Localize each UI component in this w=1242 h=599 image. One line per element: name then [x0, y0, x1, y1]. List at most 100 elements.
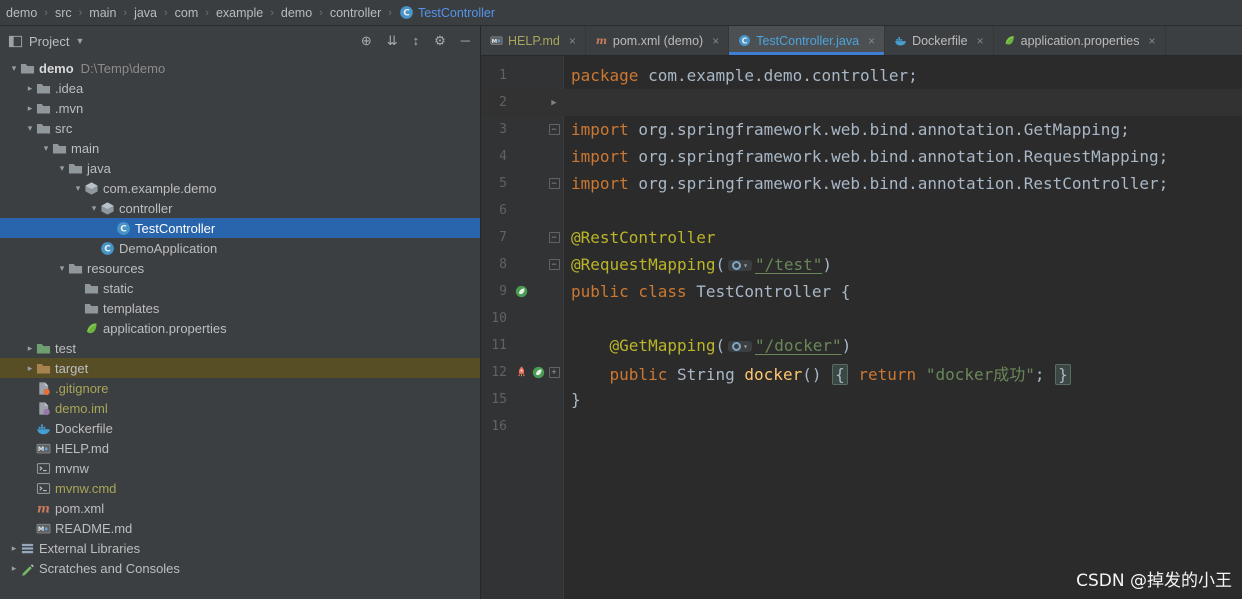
fold-collapse-icon[interactable]: −	[549, 178, 560, 189]
tree-item-testcontroller[interactable]: TestController	[0, 218, 480, 238]
chevron-right-icon[interactable]: ▸	[24, 343, 36, 354]
line-number[interactable]: 7	[481, 230, 509, 245]
tree-item-demo[interactable]: ▾demoD:\Temp\demo	[0, 58, 480, 78]
chevron-down-icon[interactable]: ▾	[8, 63, 20, 74]
breadcrumb-item-example[interactable]: example	[216, 6, 263, 20]
folder-icon	[52, 141, 67, 156]
chevron-right-icon[interactable]: ▸	[24, 83, 36, 94]
tree-item-com-example-demo[interactable]: ▾com.example.demo	[0, 178, 480, 198]
breadcrumb-item-demo[interactable]: demo	[281, 6, 312, 20]
line-number[interactable]: 1	[481, 68, 509, 83]
fold-expand-icon[interactable]: +	[549, 367, 560, 378]
fold-arrow-icon[interactable]: ▶	[551, 98, 556, 108]
tree-item-target[interactable]: ▸target	[0, 358, 480, 378]
code-editor[interactable]: 1package com.example.demo.controller;2▶3…	[481, 56, 1242, 599]
code-line: 6	[481, 197, 1242, 224]
expand-all-button[interactable]: ↕	[413, 33, 420, 49]
chevron-down-icon[interactable]: ▾	[88, 203, 100, 214]
tree-item-mvn[interactable]: ▸.mvn	[0, 98, 480, 118]
tree-item-gitignore[interactable]: .gitignore	[0, 378, 480, 398]
tree-item-application-properties[interactable]: application.properties	[0, 318, 480, 338]
line-number[interactable]: 8	[481, 257, 509, 272]
chevron-right-icon[interactable]: ▸	[8, 543, 20, 554]
editor-tab-application-properties[interactable]: application.properties×	[994, 26, 1166, 55]
tree-item-templates[interactable]: templates	[0, 298, 480, 318]
tree-item-src[interactable]: ▾src	[0, 118, 480, 138]
breadcrumb-item-com[interactable]: com	[175, 6, 199, 20]
tree-item-test[interactable]: ▸test	[0, 338, 480, 358]
code-line: 5−import org.springframework.web.bind.an…	[481, 170, 1242, 197]
url-mapping-link[interactable]: "/docker"	[755, 336, 842, 355]
chevron-down-icon[interactable]: ▾	[40, 143, 52, 154]
url-mapping-link[interactable]: "/test"	[755, 255, 822, 274]
chevron-down-icon[interactable]: ▾	[56, 163, 68, 174]
tab-close-icon[interactable]: ×	[977, 34, 984, 48]
tree-item-static[interactable]: static	[0, 278, 480, 298]
chevron-down-icon[interactable]: ▾	[24, 123, 36, 134]
line-number[interactable]: 10	[481, 311, 509, 326]
tree-item-readme-md[interactable]: README.md	[0, 518, 480, 538]
fold-collapse-icon[interactable]: −	[549, 232, 560, 243]
fold-column: −	[545, 178, 563, 189]
watermark: CSDN @掉发的小王	[1076, 566, 1232, 591]
line-number[interactable]: 9	[481, 284, 509, 299]
tree-item-resources[interactable]: ▾resources	[0, 258, 480, 278]
request-mapping-inlay[interactable]: ▾	[728, 260, 752, 271]
tab-close-icon[interactable]: ×	[868, 34, 875, 48]
tree-item-demo-iml[interactable]: demo.iml	[0, 398, 480, 418]
hide-button[interactable]: ─	[461, 33, 470, 49]
tree-item-main[interactable]: ▾main	[0, 138, 480, 158]
tree-item-label: java	[87, 161, 111, 176]
tab-close-icon[interactable]: ×	[569, 34, 576, 48]
settings-button[interactable]: ⚙	[434, 33, 446, 49]
line-number[interactable]: 16	[481, 419, 509, 434]
line-number[interactable]: 15	[481, 392, 509, 407]
fold-collapse-icon[interactable]: −	[549, 259, 560, 270]
editor-tab-pom-xml-demo[interactable]: pom.xml (demo)×	[586, 26, 729, 55]
tree-item-demoapplication[interactable]: DemoApplication	[0, 238, 480, 258]
breadcrumb-item-current[interactable]: TestController	[399, 5, 495, 20]
line-number[interactable]: 6	[481, 203, 509, 218]
tree-item-dockerfile[interactable]: Dockerfile	[0, 418, 480, 438]
line-number[interactable]: 4	[481, 149, 509, 164]
breadcrumb-item-demo[interactable]: demo	[6, 6, 37, 20]
editor-tab-testcontroller-java[interactable]: TestController.java×	[729, 26, 885, 55]
chevron-down-icon[interactable]: ▾	[72, 183, 84, 194]
bean-icon[interactable]	[532, 366, 545, 379]
tree-item-idea[interactable]: ▸.idea	[0, 78, 480, 98]
chevron-down-icon[interactable]: ▾	[56, 263, 68, 274]
line-number[interactable]: 5	[481, 176, 509, 191]
tree-item-help-md[interactable]: HELP.md	[0, 438, 480, 458]
breadcrumb-item-src[interactable]: src	[55, 6, 72, 20]
tab-close-icon[interactable]: ×	[1148, 34, 1155, 48]
chevron-right-icon[interactable]: ▸	[8, 563, 20, 574]
line-number[interactable]: 11	[481, 338, 509, 353]
locate-button[interactable]: ⊕	[361, 33, 372, 49]
line-number[interactable]: 3	[481, 122, 509, 137]
editor-tab-help-md[interactable]: HELP.md×	[481, 26, 586, 55]
breadcrumb-item-main[interactable]: main	[89, 6, 116, 20]
tab-close-icon[interactable]: ×	[712, 34, 719, 48]
tree-item-pom-xml[interactable]: pom.xml	[0, 498, 480, 518]
line-number[interactable]: 2	[481, 95, 509, 110]
line-number[interactable]: 12	[481, 365, 509, 380]
tree-item-label: DemoApplication	[119, 241, 217, 256]
tree-item-external-libraries[interactable]: ▸External Libraries	[0, 538, 480, 558]
breadcrumb-item-java[interactable]: java	[134, 6, 157, 20]
project-view-selector[interactable]: Project ▼	[8, 34, 84, 49]
rocket-icon[interactable]	[515, 366, 528, 379]
tree-item-mvnw-cmd[interactable]: mvnw.cmd	[0, 478, 480, 498]
chevron-right-icon[interactable]: ▸	[24, 103, 36, 114]
tree-item-mvnw[interactable]: mvnw	[0, 458, 480, 478]
chevron-right-icon[interactable]: ▸	[24, 363, 36, 374]
collapse-all-button[interactable]: ⇊	[387, 33, 398, 49]
tree-item-scratches-and-consoles[interactable]: ▸Scratches and Consoles	[0, 558, 480, 578]
fold-column: −	[545, 259, 563, 270]
bean-icon[interactable]	[515, 285, 528, 298]
request-mapping-inlay[interactable]: ▾	[728, 341, 752, 352]
tree-item-controller[interactable]: ▾controller	[0, 198, 480, 218]
breadcrumb-item-controller[interactable]: controller	[330, 6, 381, 20]
editor-tab-dockerfile[interactable]: Dockerfile×	[885, 26, 994, 55]
tree-item-java[interactable]: ▾ java	[0, 158, 480, 178]
fold-collapse-icon[interactable]: −	[549, 124, 560, 135]
